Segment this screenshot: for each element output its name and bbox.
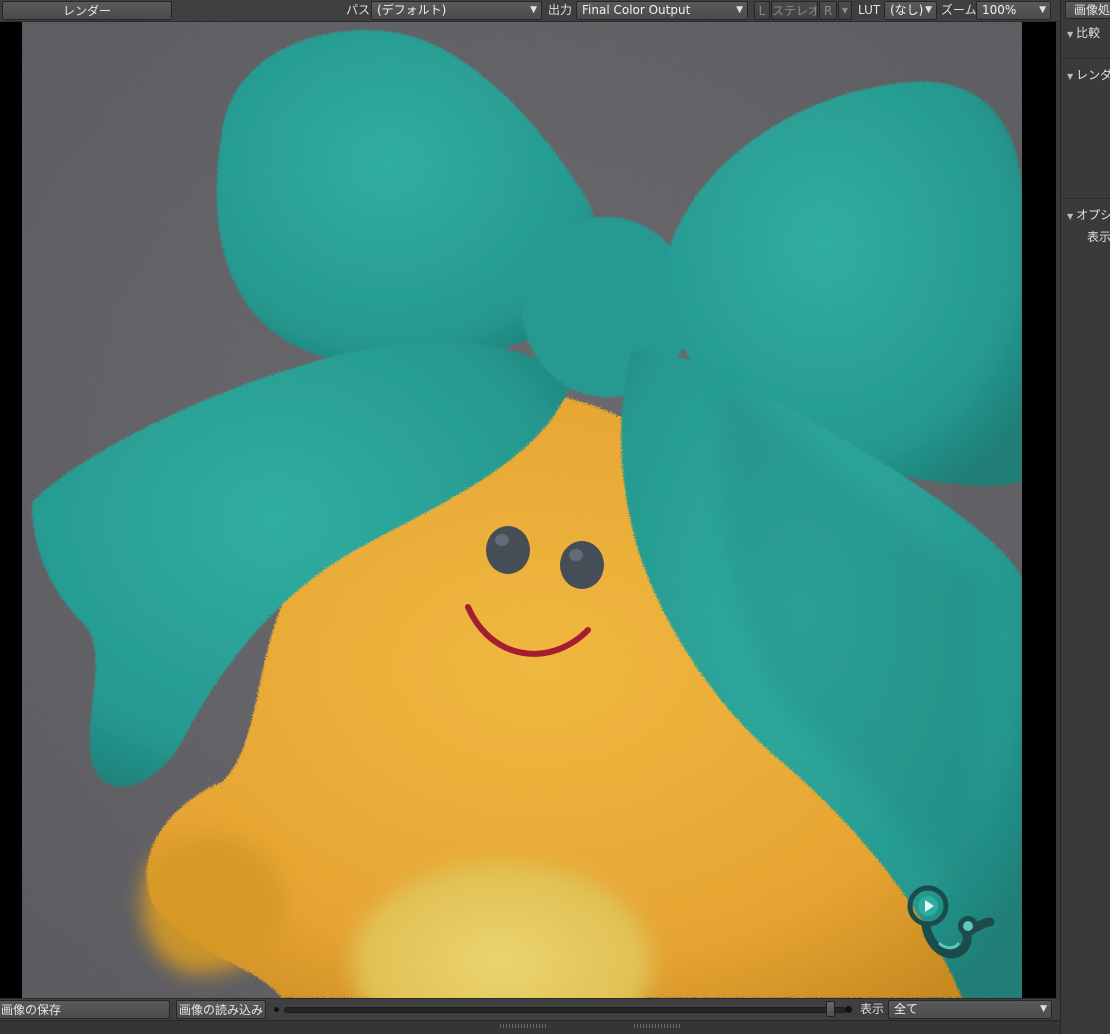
image-history-slider[interactable] [284, 1007, 846, 1013]
zoom-dropdown[interactable]: 100% ▼ [976, 1, 1051, 20]
image-processing-panel: 画像処理 ▼比較 ▼レンダー ▼オプション 表示 [1060, 0, 1110, 1034]
resize-grip[interactable] [500, 1024, 546, 1028]
section-compare-label: 比較 [1076, 26, 1101, 40]
chevron-down-icon: ▼ [736, 5, 743, 15]
section-render[interactable]: ▼レンダー [1067, 66, 1110, 83]
path-label: パス [346, 3, 371, 17]
section-options[interactable]: ▼オプション [1067, 206, 1110, 223]
chevron-down-icon: ▼ [1040, 1004, 1047, 1014]
save-image-button[interactable]: 画像の保存 [0, 1000, 170, 1019]
divider [1061, 58, 1110, 59]
lut-label: LUT [858, 3, 881, 17]
output-value: Final Color Output [582, 3, 691, 17]
display-value: 全て [894, 1002, 919, 1016]
triangle-down-icon: ▼ [1067, 30, 1074, 39]
slider-thumb[interactable] [825, 1001, 835, 1017]
display-dropdown[interactable]: 全て ▼ [888, 1000, 1052, 1019]
left-eye-button[interactable]: L [754, 1, 770, 20]
chevron-down-icon: ▼ [1039, 5, 1046, 15]
section-render-label: レンダー [1076, 68, 1110, 82]
top-toolbar: レンダー パス (デフォルト) ▼ 出力 Final Color Output … [0, 0, 1060, 22]
lut-dropdown[interactable]: (なし) ▼ [884, 1, 937, 20]
stereo-options-button[interactable]: ▼ [838, 1, 852, 20]
resize-grip[interactable] [634, 1024, 680, 1028]
chevron-down-icon: ▼ [530, 5, 537, 15]
option-display-label: 表示 [1087, 230, 1110, 244]
output-label: 出力 [548, 3, 573, 17]
display-label: 表示 [860, 1002, 885, 1016]
tab-image-processing[interactable]: 画像処理 [1065, 1, 1110, 19]
triangle-down-icon: ▼ [1067, 212, 1074, 221]
path-value: (デフォルト) [377, 3, 447, 17]
output-dropdown[interactable]: Final Color Output ▼ [576, 1, 748, 20]
triangle-down-icon: ▼ [1067, 72, 1074, 81]
render-image-svg [22, 22, 1022, 998]
divider [1061, 198, 1110, 199]
right-eye-button[interactable]: R [819, 1, 837, 20]
render-window: レンダー パス (デフォルト) ▼ 出力 Final Color Output … [0, 0, 1110, 1034]
path-dropdown[interactable]: (デフォルト) ▼ [371, 1, 542, 20]
render-image[interactable] [22, 22, 1022, 998]
chevron-down-icon: ▼ [925, 5, 932, 15]
bottom-toolbar: 画像の保存 画像の読み込み 表示 全て ▼ [0, 998, 1060, 1020]
render-viewport[interactable] [0, 22, 1056, 998]
status-strip [0, 1020, 1060, 1034]
lut-value: (なし) [890, 3, 924, 17]
slider-start-dot [274, 1007, 279, 1012]
zoom-label: ズーム [941, 3, 977, 17]
load-image-button[interactable]: 画像の読み込み [176, 1000, 266, 1019]
section-options-label: オプション [1076, 208, 1110, 222]
slider-end-dot [845, 1006, 852, 1013]
render-button[interactable]: レンダー [2, 1, 172, 20]
stereo-button[interactable]: ステレオ [771, 1, 818, 20]
zoom-value: 100% [982, 3, 1017, 17]
section-compare[interactable]: ▼ 比較 [1067, 24, 1100, 41]
chevron-down-icon: ▼ [841, 6, 849, 15]
